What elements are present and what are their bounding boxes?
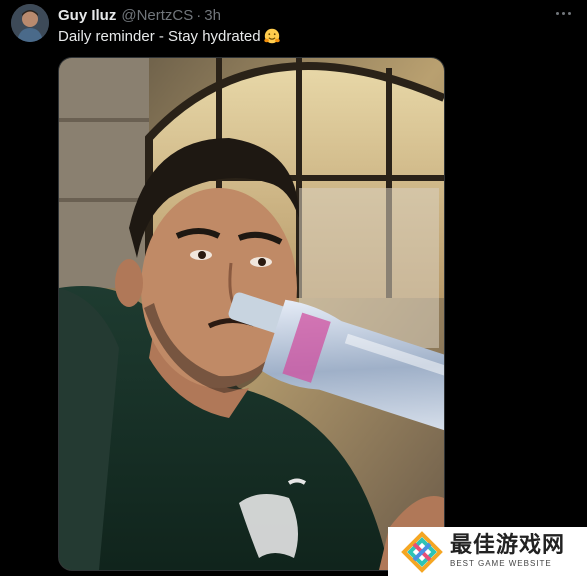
author-name[interactable]: Guy Iluz [58, 7, 116, 24]
photo-content [59, 58, 444, 570]
avatar[interactable] [11, 4, 49, 42]
author-handle[interactable]: @NertzCS [121, 7, 193, 24]
watermark-title: 最佳游戏网 [450, 532, 566, 558]
timestamp[interactable]: 3h [204, 7, 221, 24]
tweet-header: Guy Iluz @NertzCS · 3h [58, 5, 221, 25]
header-separator: · [196, 6, 202, 24]
tweet-photo[interactable] [58, 57, 445, 571]
tweet-text-content: Daily reminder - Stay hydrated [58, 27, 261, 45]
watermark-subtitle: BEST GAME WEBSITE [450, 558, 552, 568]
hugging-face-icon [263, 28, 280, 44]
watermark-logo-icon [401, 530, 443, 573]
tweet-text: Daily reminder - Stay hydrated [58, 27, 281, 45]
tweet: Guy Iluz @NertzCS · 3h Daily reminder - … [0, 0, 587, 576]
avatar-image [11, 4, 49, 42]
more-options-icon[interactable] [553, 6, 573, 20]
watermark-text: 最佳游戏网 BEST GAME WEBSITE [450, 532, 566, 570]
watermark: 最佳游戏网 BEST GAME WEBSITE [388, 527, 587, 576]
